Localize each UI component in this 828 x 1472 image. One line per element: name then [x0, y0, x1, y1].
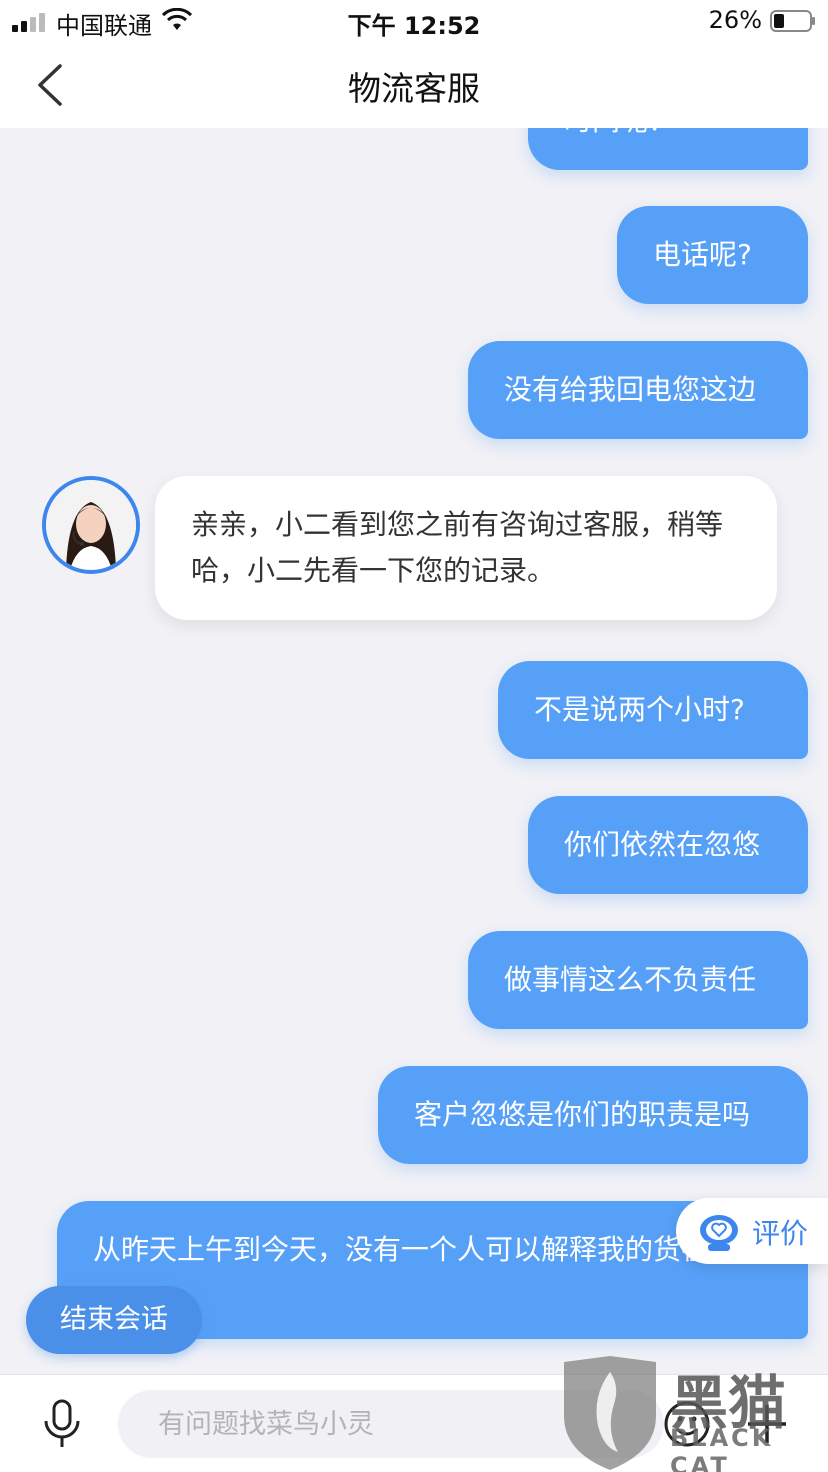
battery-percent: 26% — [708, 6, 762, 34]
status-bar: 中国联通 下午 12:52 26% — [0, 0, 828, 44]
message-user: 没有给我回电您这边 — [468, 341, 808, 439]
microphone-icon[interactable] — [40, 1399, 84, 1449]
message-user: 电话呢? — [617, 206, 808, 304]
message-user: 客户忽悠是你们的职责是吗 — [378, 1066, 808, 1164]
message-agent: 亲亲，小二看到您之前有咨询过客服，稍等哈，小二先看一下您的记录。 — [155, 476, 777, 620]
rate-icon — [700, 1215, 738, 1251]
message-user: 你们依然在忽悠 — [528, 796, 808, 894]
page-title: 物流客服 — [348, 69, 480, 108]
agent-avatar — [42, 476, 140, 574]
avatar-icon — [46, 480, 136, 570]
rate-label: 评价 — [752, 1217, 809, 1250]
chat-area[interactable]: 时间呢？ 电话呢? 没有给我回电您这边 亲亲，小二看到您之前有咨询过客服，稍等哈… — [0, 128, 828, 1374]
nav-bar: 物流客服 — [0, 44, 828, 128]
battery-icon — [770, 10, 815, 32]
message-user: 不是说两个小时? — [498, 661, 808, 759]
watermark-logo: 黑猫 BLACK CAT — [558, 1356, 828, 1472]
watermark-shield-icon — [564, 1356, 656, 1470]
message-user: 时间呢？ — [528, 128, 808, 170]
end-session-button[interactable]: 结束会话 — [26, 1286, 202, 1354]
clock: 下午 12:52 — [347, 12, 481, 40]
rate-button[interactable]: 评价 — [676, 1198, 828, 1264]
watermark-en: BLACK CAT — [670, 1424, 774, 1472]
message-user: 做事情这么不负责任 — [468, 931, 808, 1029]
